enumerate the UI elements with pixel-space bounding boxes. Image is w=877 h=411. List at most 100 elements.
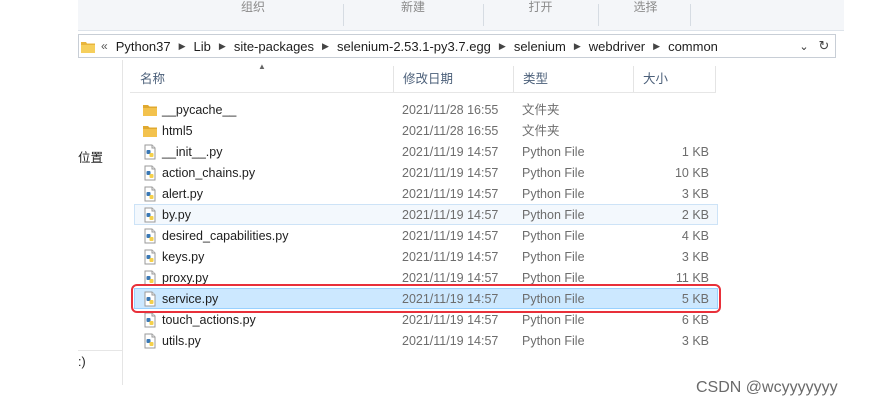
file-modified-date: 2021/11/28 16:55 bbox=[402, 124, 499, 138]
file-row[interactable]: keys.py 2021/11/19 14:57 Python File 3 KB bbox=[134, 246, 718, 267]
file-name: desired_capabilities.py bbox=[162, 229, 289, 243]
file-size: 3 KB bbox=[681, 187, 709, 201]
ribbon-group-select[interactable]: 选择 bbox=[598, 0, 693, 28]
file-size: 3 KB bbox=[681, 334, 709, 348]
file-type: Python File bbox=[522, 271, 585, 285]
file-type: Python File bbox=[522, 250, 585, 264]
file-name: action_chains.py bbox=[162, 166, 256, 180]
column-header-type[interactable]: 类型 bbox=[513, 66, 633, 92]
python-file-icon bbox=[142, 186, 158, 202]
file-row[interactable]: __init__.py 2021/11/19 14:57 Python File 1 … bbox=[134, 141, 718, 162]
file-modified-date: 2021/11/19 14:57 bbox=[402, 334, 499, 348]
column-header-date[interactable]: 修改日期 bbox=[393, 66, 513, 92]
file-size: 1 KB bbox=[681, 145, 709, 159]
file-modified-date: 2021/11/19 14:57 bbox=[402, 271, 499, 285]
breadcrumb-item[interactable]: selenium bbox=[514, 39, 566, 54]
breadcrumb-item[interactable]: selenium-2.53.1-py3.7.egg bbox=[337, 39, 491, 54]
python-file-icon bbox=[142, 333, 158, 349]
ribbon-group-label: 打开 bbox=[528, 0, 553, 14]
file-size: 11 KB bbox=[675, 271, 709, 285]
file-row[interactable]: desired_capabilities.py 2021/11/19 14:57 P… bbox=[134, 225, 718, 246]
file-name: html5 bbox=[162, 124, 193, 138]
column-header-name[interactable]: 名称 bbox=[130, 66, 393, 92]
ribbon-group-label: 选择 bbox=[633, 0, 658, 14]
file-modified-date: 2021/11/19 14:57 bbox=[402, 292, 499, 306]
file-type: Python File bbox=[522, 313, 585, 327]
refresh-icon[interactable]: ↻ bbox=[813, 38, 835, 54]
folder-icon bbox=[142, 123, 158, 139]
file-size: 10 KB bbox=[674, 166, 709, 180]
file-row[interactable]: proxy.py 2021/11/19 14:57 Python File 11 KB bbox=[134, 267, 718, 288]
file-type: Python File bbox=[522, 334, 585, 348]
file-name: by.py bbox=[162, 208, 191, 222]
file-row[interactable]: action_chains.py 2021/11/19 14:57 Python F… bbox=[134, 162, 718, 183]
python-file-icon bbox=[142, 228, 158, 244]
file-size: 5 KB bbox=[681, 292, 709, 306]
file-modified-date: 2021/11/19 14:57 bbox=[402, 208, 499, 222]
file-modified-date: 2021/11/19 14:57 bbox=[402, 166, 499, 180]
file-type: 文件夹 bbox=[522, 124, 560, 138]
file-type: Python File bbox=[522, 187, 585, 201]
file-modified-date: 2021/11/19 14:57 bbox=[402, 145, 499, 159]
file-size: 6 KB bbox=[681, 313, 709, 327]
file-row[interactable]: alert.py 2021/11/19 14:57 Python File 3 KB bbox=[134, 183, 718, 204]
file-size: 2 KB bbox=[681, 208, 709, 222]
python-file-icon bbox=[142, 270, 158, 286]
file-type: Python File bbox=[522, 229, 585, 243]
ribbon-group-label: 新建 bbox=[400, 0, 425, 14]
file-row[interactable]: html5 2021/11/28 16:55 文件夹 bbox=[134, 120, 718, 141]
breadcrumb-overflow-button[interactable]: « bbox=[101, 39, 108, 53]
chevron-right-icon[interactable]: ▶ bbox=[499, 41, 506, 52]
ribbon: 组织 新建 打开 选择 bbox=[78, 0, 844, 31]
navigation-pane bbox=[78, 60, 122, 385]
ribbon-group-open[interactable]: 打开 bbox=[483, 0, 598, 28]
file-type: Python File bbox=[522, 208, 585, 222]
python-file-icon bbox=[142, 312, 158, 328]
nav-item-partial[interactable]: :) bbox=[78, 355, 86, 369]
column-header-size[interactable]: 大小 bbox=[633, 66, 716, 92]
ribbon-group-new[interactable]: 新建 bbox=[343, 0, 483, 28]
breadcrumb-item[interactable]: Lib bbox=[194, 39, 211, 54]
file-row[interactable]: utils.py 2021/11/19 14:57 Python File 3 KB bbox=[134, 330, 718, 351]
ribbon-group-organize[interactable]: 组织 bbox=[178, 0, 328, 28]
breadcrumb-item[interactable]: site-packages bbox=[234, 39, 314, 54]
file-modified-date: 2021/11/28 16:55 bbox=[402, 103, 499, 117]
python-file-icon bbox=[142, 144, 158, 160]
file-row[interactable]: __pycache__ 2021/11/28 16:55 文件夹 bbox=[134, 99, 718, 120]
column-resize-handle[interactable] bbox=[715, 66, 716, 92]
file-type: Python File bbox=[522, 292, 585, 306]
file-modified-date: 2021/11/19 14:57 bbox=[402, 250, 499, 264]
file-type: Python File bbox=[522, 145, 585, 159]
address-bar[interactable]: « Python37 ▶ Lib ▶ site-packages ▶ selen… bbox=[78, 34, 836, 58]
breadcrumb-item[interactable]: Python37 bbox=[116, 39, 171, 54]
chevron-right-icon[interactable]: ▶ bbox=[653, 41, 660, 52]
file-name: alert.py bbox=[162, 187, 203, 201]
chevron-right-icon[interactable]: ▶ bbox=[179, 41, 186, 52]
file-row[interactable]: touch_actions.py 2021/11/19 14:57 Python F… bbox=[134, 309, 718, 330]
file-modified-date: 2021/11/19 14:57 bbox=[402, 229, 499, 243]
file-name: __pycache__ bbox=[162, 103, 237, 117]
file-size: 4 KB bbox=[681, 229, 709, 243]
nav-divider bbox=[78, 350, 122, 351]
file-type: 文件夹 bbox=[522, 103, 560, 117]
folder-icon bbox=[81, 41, 95, 53]
nav-item-partial[interactable]: 位置 bbox=[78, 147, 103, 166]
column-header-row: 名称 修改日期 类型 大小 bbox=[130, 66, 716, 93]
file-row[interactable]: by.py 2021/11/19 14:57 Python File 2 KB bbox=[134, 204, 718, 225]
chevron-down-icon[interactable]: ⌄ bbox=[795, 40, 813, 53]
chevron-right-icon[interactable]: ▶ bbox=[574, 41, 581, 52]
breadcrumb-item[interactable]: common bbox=[668, 39, 718, 54]
file-row[interactable]: service.py 2021/11/19 14:57 Python File 5 K… bbox=[134, 288, 718, 309]
watermark: CSDN @wcyyyyyyy bbox=[696, 379, 838, 396]
breadcrumb-item[interactable]: webdriver bbox=[589, 39, 645, 54]
chevron-right-icon[interactable]: ▶ bbox=[322, 41, 329, 52]
file-name: __init__.py bbox=[162, 145, 223, 159]
ribbon-group-label: 组织 bbox=[240, 0, 265, 14]
file-name: touch_actions.py bbox=[162, 313, 256, 327]
chevron-right-icon[interactable]: ▶ bbox=[219, 41, 226, 52]
ribbon-separator bbox=[690, 4, 691, 26]
python-file-icon bbox=[142, 291, 158, 307]
python-file-icon bbox=[142, 249, 158, 265]
python-file-icon bbox=[142, 165, 158, 181]
file-name: proxy.py bbox=[162, 271, 209, 285]
